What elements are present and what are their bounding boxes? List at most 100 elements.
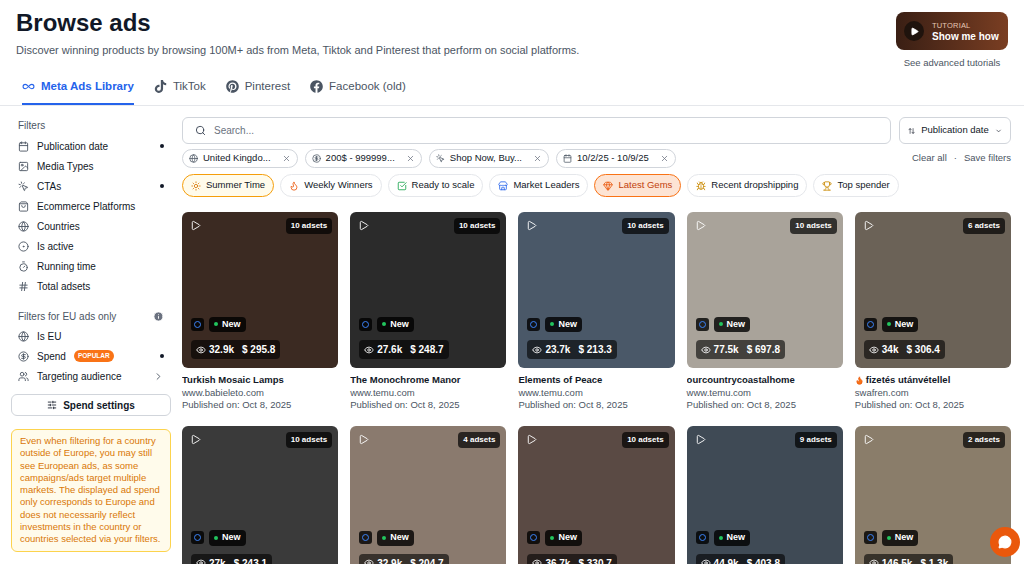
ad-card[interactable]: 10 adsetsNew27.6k$ 248.7The Monochrome M… — [350, 212, 506, 412]
preset-chip[interactable]: Latest Gems — [594, 174, 681, 197]
eye-icon — [701, 345, 711, 355]
sidebar-item[interactable]: CTAs — [11, 176, 171, 196]
ad-stats: 36.7k$ 330.7 — [527, 554, 616, 564]
preset-chip[interactable]: Top spender — [813, 174, 898, 197]
ad-domain: www.temu.com — [687, 387, 843, 400]
eye-icon — [869, 345, 879, 355]
preset-chip[interactable]: Summer Time — [182, 174, 274, 197]
sidebar-item[interactable]: SpendPOPULAR — [11, 346, 171, 366]
filter-action[interactable]: Save filters — [964, 151, 1011, 165]
tab-bar: Meta Ads Library TikTok Pinterest Facebook … — [0, 72, 1024, 106]
sort-select[interactable]: Publication date — [899, 117, 1011, 144]
ad-media[interactable]: 2 adsetsNew146.5k$ 1.3k — [855, 426, 1011, 564]
ad-stats: 23.7k$ 213.3 — [527, 340, 616, 359]
remove-icon[interactable] — [533, 154, 542, 163]
new-badge: New — [377, 530, 414, 546]
sidebar-item[interactable]: Is EU — [11, 326, 171, 346]
filter-action[interactable]: Clear all — [912, 151, 947, 165]
meta-icon — [527, 318, 540, 331]
tab[interactable]: TikTok — [154, 78, 206, 105]
sidebar-item[interactable]: Publication date — [11, 136, 171, 156]
filter-chip[interactable]: United Kingdo... — [182, 149, 298, 168]
ad-card[interactable]: 9 adsetsNew44.9k$ 403.8 — [687, 426, 843, 564]
ad-card[interactable]: 10 adsetsNew36.7k$ 330.7 — [518, 426, 674, 564]
tab[interactable]: Pinterest — [226, 78, 290, 105]
play-icon — [695, 434, 706, 445]
sidebar-item[interactable]: Targeting audience — [11, 366, 171, 386]
ad-stats: 77.5k$ 697.8 — [696, 340, 785, 359]
ad-media[interactable]: 10 adsetsNew27.6k$ 248.7 — [350, 212, 506, 368]
preset-chip[interactable]: Ready to scale — [388, 174, 484, 197]
preset-chip[interactable]: Recent dropshipping — [687, 174, 807, 197]
ad-grid: 10 adsetsNew32.9k$ 295.8 Turkish Mosaic L… — [182, 212, 1011, 564]
sidebar-item[interactable]: Total adsets — [11, 276, 171, 296]
eye-icon — [196, 345, 206, 355]
filter-icon — [18, 201, 29, 212]
ad-card[interactable]: 2 adsetsNew146.5k$ 1.3k — [855, 426, 1011, 564]
meta-icon — [359, 531, 372, 544]
tutorial-button[interactable]: TUTORIALShow me how — [896, 12, 1008, 50]
filter-icon — [18, 351, 29, 362]
remove-icon[interactable] — [282, 154, 291, 163]
info-icon[interactable] — [153, 311, 164, 322]
sidebar-item[interactable]: Ecommerce Platforms — [11, 196, 171, 216]
sidebar-item[interactable]: Media Types — [11, 156, 171, 176]
play-icon — [863, 434, 874, 445]
ad-stats: 146.5k$ 1.3k — [864, 554, 953, 564]
sidebar-item[interactable]: Countries — [11, 216, 171, 236]
ad-title: Turkish Mosaic Lamps — [182, 374, 338, 387]
platform-icon — [22, 80, 35, 93]
adsets-badge: 9 adsets — [795, 432, 837, 448]
ad-card[interactable]: 10 adsetsNew32.9k$ 295.8 Turkish Mosaic L… — [182, 212, 338, 412]
sidebar-item[interactable]: Running time — [11, 256, 171, 276]
sidebar-item[interactable]: Is active — [11, 236, 171, 256]
ad-card[interactable]: 10 adsetsNew27k$ 243.1 — [182, 426, 338, 564]
active-dot — [160, 354, 164, 358]
ad-card[interactable]: 4 adsetsNew32.9k$ 204.7 — [350, 426, 506, 564]
ad-stats: 32.9k$ 204.7 — [359, 554, 448, 564]
advanced-tutorials-link[interactable]: See advanced tutorials — [904, 56, 1001, 70]
ad-media[interactable]: 4 adsetsNew32.9k$ 204.7 — [350, 426, 506, 564]
flame-icon — [855, 376, 864, 385]
ad-media[interactable]: 10 adsetsNew77.5k$ 697.8 — [687, 212, 843, 368]
ad-media[interactable]: 10 adsetsNew23.7k$ 213.3 — [518, 212, 674, 368]
tab[interactable]: Meta Ads Library — [22, 78, 134, 105]
eu-filters-title: Filters for EU ads only — [18, 309, 116, 324]
ad-media[interactable]: 9 adsetsNew44.9k$ 403.8 — [687, 426, 843, 564]
remove-icon[interactable] — [660, 154, 669, 163]
filter-chip[interactable]: Shop Now, Buy... — [429, 149, 549, 168]
popular-badge: POPULAR — [74, 350, 114, 362]
ad-card[interactable]: 10 adsetsNew23.7k$ 213.3Elements of Peac… — [518, 212, 674, 412]
adsets-badge: 10 adsets — [622, 218, 668, 234]
adsets-badge: 10 adsets — [286, 432, 332, 448]
preset-chip[interactable]: Market Leaders — [489, 174, 588, 197]
search-icon — [195, 125, 206, 136]
filter-chip[interactable]: 200$ - 999999... — [305, 149, 422, 168]
chip-icon — [436, 154, 445, 163]
meta-icon — [191, 318, 204, 331]
preset-icon — [822, 181, 832, 191]
filter-icon — [18, 161, 29, 172]
ad-media[interactable]: 10 adsetsNew27k$ 243.1 — [182, 426, 338, 564]
remove-icon[interactable] — [406, 154, 415, 163]
search-field[interactable]: Search... — [182, 117, 891, 144]
preset-chip[interactable]: Weekly Winners — [280, 174, 381, 197]
spend-settings-button[interactable]: Spend settings — [11, 394, 171, 416]
meta-icon — [191, 531, 204, 544]
eye-icon — [532, 558, 542, 564]
page-subtitle: Discover winning products by browsing 10… — [16, 42, 579, 59]
meta-icon — [696, 531, 709, 544]
new-badge: New — [377, 317, 414, 333]
meta-icon — [696, 318, 709, 331]
tab[interactable]: Facebook (old) — [310, 78, 406, 105]
ad-domain: www.temu.com — [350, 387, 506, 400]
chat-button[interactable] — [990, 527, 1020, 557]
ad-card[interactable]: 6 adsetsNew34k$ 306.4 fizetés utánvételle… — [855, 212, 1011, 412]
play-icon — [190, 434, 201, 445]
ad-title: fizetés utánvétellel — [855, 374, 1011, 387]
ad-media[interactable]: 6 adsetsNew34k$ 306.4 — [855, 212, 1011, 368]
ad-media[interactable]: 10 adsetsNew36.7k$ 330.7 — [518, 426, 674, 564]
filter-chip[interactable]: 10/2/25 - 10/9/25 — [556, 149, 676, 168]
ad-media[interactable]: 10 adsetsNew32.9k$ 295.8 — [182, 212, 338, 368]
ad-card[interactable]: 10 adsetsNew77.5k$ 697.8ourcountrycoasta… — [687, 212, 843, 412]
